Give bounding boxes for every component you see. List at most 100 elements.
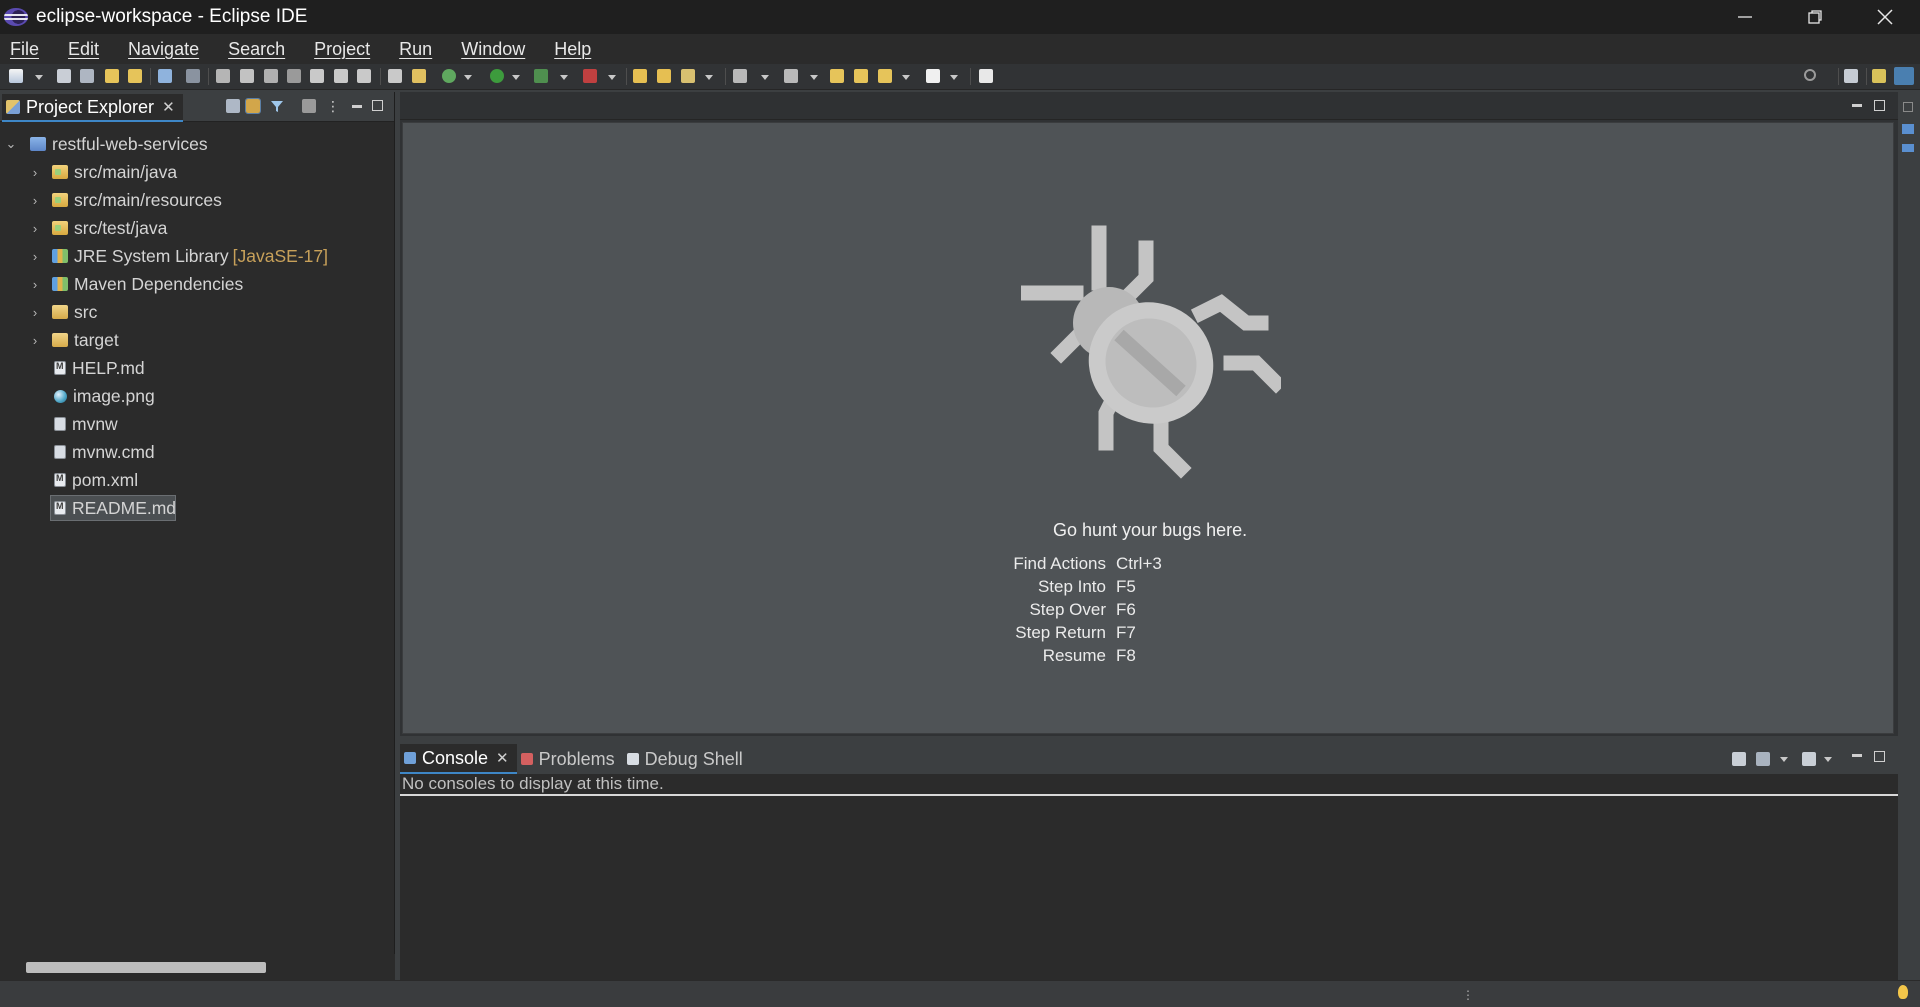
save-all-icon[interactable] (80, 69, 94, 83)
new-icon[interactable] (9, 69, 23, 83)
external-tools-icon[interactable] (583, 69, 597, 83)
collapse-all-icon[interactable] (226, 99, 240, 113)
open-console-dropdown-icon[interactable] (1824, 757, 1832, 762)
undo-icon[interactable] (105, 69, 119, 83)
use-step-filters-icon[interactable] (412, 69, 426, 83)
external-tools-dropdown-icon[interactable] (608, 75, 616, 80)
open-type-icon[interactable] (633, 69, 647, 83)
link-with-editor-icon[interactable] (245, 98, 261, 114)
pin-editor-icon[interactable] (979, 69, 993, 83)
previous-annotation-icon[interactable] (784, 69, 798, 83)
tree-item-mvnw[interactable]: mvnw (0, 410, 394, 438)
minimize-console-icon[interactable] (1852, 754, 1862, 757)
step-return-icon[interactable] (357, 69, 371, 83)
display-console-dropdown-icon[interactable] (1780, 757, 1788, 762)
tab-console[interactable]: Console ✕ (400, 744, 517, 774)
tab-debug-shell[interactable]: Debug Shell (623, 744, 751, 774)
back-dropdown-icon[interactable] (902, 75, 910, 80)
tree-item-jre-library[interactable]: › JRE System Library [JavaSE-17] (0, 242, 394, 270)
tree-item-mvnw-cmd[interactable]: mvnw.cmd (0, 438, 394, 466)
resume-icon[interactable] (216, 69, 230, 83)
step-over-icon[interactable] (334, 69, 348, 83)
view-menu-icon[interactable]: ⋮ (326, 99, 340, 113)
tab-problems[interactable]: Problems (517, 744, 623, 774)
chevron-right-icon[interactable]: › (28, 165, 42, 180)
restore-view-icon[interactable] (1903, 102, 1913, 112)
menu-help[interactable]: Help (554, 39, 591, 60)
minimize-editor-icon[interactable] (1852, 104, 1862, 107)
previous-annotation-dropdown-icon[interactable] (810, 75, 818, 80)
menu-project[interactable]: Project (314, 39, 370, 60)
horizontal-scrollbar[interactable] (0, 954, 395, 980)
scrollbar-thumb[interactable] (26, 962, 266, 973)
chevron-right-icon[interactable]: › (28, 333, 42, 348)
focus-on-active-task-icon[interactable] (302, 99, 316, 113)
run-dropdown-icon[interactable] (512, 75, 520, 80)
save-icon[interactable] (57, 69, 71, 83)
forward-icon[interactable] (926, 69, 940, 83)
open-console-icon[interactable] (158, 69, 172, 83)
forward-dropdown-icon[interactable] (950, 75, 958, 80)
open-perspective-icon[interactable] (1844, 69, 1858, 83)
menu-run[interactable]: Run (399, 39, 432, 60)
minimize-view-icon[interactable] (352, 105, 362, 108)
coverage-icon[interactable] (534, 69, 548, 83)
last-edit-location-icon[interactable] (830, 69, 844, 83)
terminate-icon[interactable] (264, 69, 278, 83)
variables-icon[interactable] (1902, 124, 1914, 134)
back-icon[interactable] (878, 69, 892, 83)
coverage-dropdown-icon[interactable] (560, 75, 568, 80)
new-dropdown-icon[interactable] (35, 75, 43, 80)
next-annotation-icon[interactable] (733, 69, 747, 83)
tree-item-help-md[interactable]: HELP.md (0, 354, 394, 382)
tree-item-image-png[interactable]: image.png (0, 382, 394, 410)
disconnect-icon[interactable] (287, 69, 301, 83)
restore-button[interactable] (1780, 0, 1850, 34)
debug-icon[interactable] (442, 69, 456, 83)
chevron-down-icon[interactable]: ⌄ (4, 136, 18, 152)
chevron-right-icon[interactable]: › (28, 249, 42, 264)
tree-item-project[interactable]: ⌄ restful-web-services (0, 130, 394, 158)
pin-console-icon[interactable] (1732, 752, 1746, 766)
display-console-icon[interactable] (1756, 752, 1770, 766)
chevron-right-icon[interactable]: › (28, 221, 42, 236)
filter-icon[interactable] (270, 99, 284, 113)
search-dropdown-icon[interactable] (705, 75, 713, 80)
maximize-view-icon[interactable] (372, 100, 383, 111)
chevron-right-icon[interactable]: › (28, 277, 42, 292)
open-task-icon[interactable] (657, 69, 671, 83)
next-annotation-dropdown-icon[interactable] (761, 75, 769, 80)
search-icon[interactable] (1804, 69, 1816, 81)
tree-item-pom-xml[interactable]: pom.xml (0, 466, 394, 494)
skip-breakpoints-icon[interactable] (186, 69, 200, 83)
tree-item-src-main-resources[interactable]: › src/main/resources (0, 186, 394, 214)
step-into-icon[interactable] (310, 69, 324, 83)
open-console-icon[interactable] (1802, 752, 1816, 766)
maximize-editor-icon[interactable] (1874, 100, 1885, 111)
breakpoints-icon[interactable] (1902, 144, 1914, 152)
tree-item-src-test-java[interactable]: › src/test/java (0, 214, 394, 242)
tree-item-maven-dependencies[interactable]: › Maven Dependencies (0, 270, 394, 298)
menu-window[interactable]: Window (461, 39, 525, 60)
close-window-button[interactable] (1850, 0, 1920, 34)
lightbulb-icon[interactable] (1898, 985, 1908, 999)
close-tab-icon[interactable]: ✕ (162, 98, 175, 116)
search-tool-icon[interactable] (681, 69, 695, 83)
menu-navigate[interactable]: Navigate (128, 39, 199, 60)
chevron-right-icon[interactable]: › (28, 305, 42, 320)
chevron-right-icon[interactable]: › (28, 193, 42, 208)
tree-item-src-main-java[interactable]: › src/main/java (0, 158, 394, 186)
tab-project-explorer[interactable]: Project Explorer ✕ (2, 94, 183, 122)
close-tab-icon[interactable]: ✕ (496, 749, 509, 767)
java-perspective-icon[interactable] (1872, 69, 1886, 83)
minimize-button[interactable] (1710, 0, 1780, 34)
maximize-console-icon[interactable] (1874, 751, 1885, 762)
drop-to-frame-icon[interactable] (388, 69, 402, 83)
last-edit-forward-icon[interactable] (854, 69, 868, 83)
redo-icon[interactable] (128, 69, 142, 83)
tree-item-src[interactable]: › src (0, 298, 394, 326)
run-icon[interactable] (490, 69, 504, 83)
menu-file[interactable]: File (10, 39, 39, 60)
tree-item-target[interactable]: › target (0, 326, 394, 354)
suspend-icon[interactable] (240, 69, 254, 83)
